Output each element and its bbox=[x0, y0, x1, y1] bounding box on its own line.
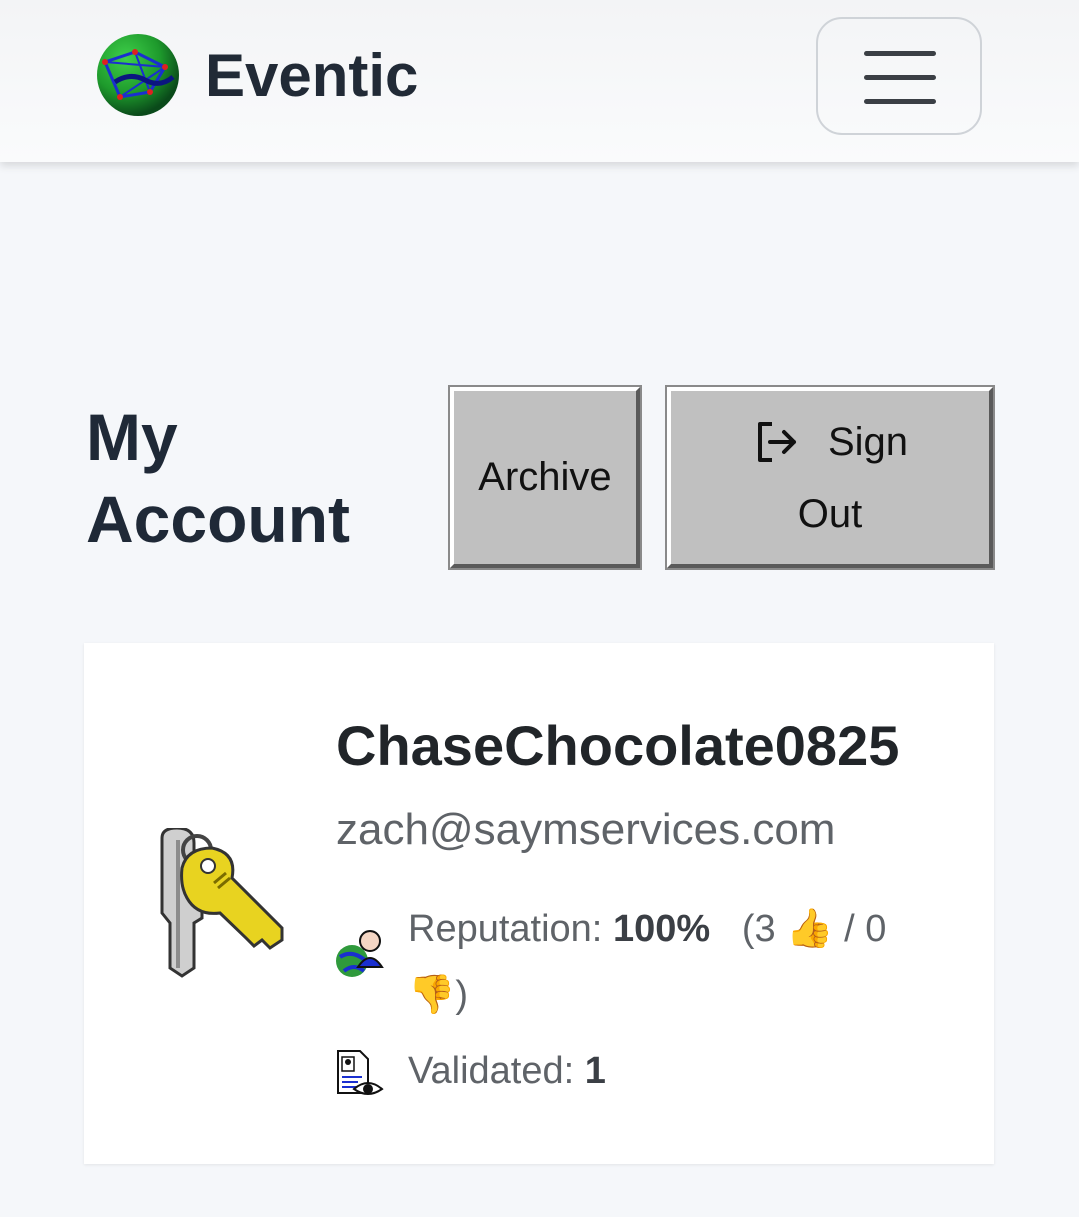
globe-network-icon bbox=[97, 34, 179, 116]
user-globe-icon bbox=[336, 930, 384, 977]
hamburger-bar bbox=[864, 99, 936, 104]
thumbs-down-icon: 👎 bbox=[408, 974, 456, 1016]
validated-label: Validated: bbox=[408, 1050, 575, 1092]
hamburger-bar bbox=[864, 75, 936, 80]
archive-button-label: Archive bbox=[478, 455, 612, 499]
reputation-value: 100% bbox=[612, 908, 711, 950]
reputation-closing: ) bbox=[455, 974, 468, 1016]
hamburger-menu-icon bbox=[864, 51, 936, 56]
username: ChaseChocolate0825 bbox=[336, 714, 900, 777]
thumbs-up-icon: 👍 bbox=[786, 908, 834, 950]
archive-button[interactable]: Archive bbox=[448, 385, 642, 570]
page-title: My Account bbox=[86, 396, 406, 560]
box-arrow-right-icon bbox=[757, 421, 796, 462]
page-title-line1: My bbox=[86, 400, 178, 474]
thumbs-up-count: (3 bbox=[741, 908, 776, 950]
menu-toggle-button[interactable] bbox=[816, 17, 982, 135]
document-eye-icon bbox=[337, 1050, 384, 1095]
reputation-label: Reputation: bbox=[408, 908, 603, 950]
sign-out-button[interactable]: Sign Out bbox=[665, 385, 995, 570]
navbar: Eventic bbox=[0, 0, 1079, 162]
validated-info: Validated: 1 bbox=[408, 1050, 606, 1093]
reputation-info: Reputation: 100% (3 👍 / 0 👎) bbox=[408, 896, 948, 1028]
profile-card: ChaseChocolate0825 zach@saymservices.com… bbox=[84, 643, 994, 1164]
keys-icon bbox=[160, 828, 284, 978]
sign-out-label-line2: Out bbox=[797, 491, 863, 536]
brand-name: Eventic bbox=[205, 41, 419, 109]
email-address: zach@saymservices.com bbox=[336, 805, 836, 854]
sign-out-label-line1: Sign bbox=[827, 419, 909, 464]
validated-value: 1 bbox=[584, 1050, 606, 1092]
page-title-line2: Account bbox=[86, 482, 350, 556]
sign-out-line1: Sign bbox=[752, 406, 908, 478]
thumbs-separator: / 0 bbox=[844, 908, 887, 950]
brand-link[interactable]: Eventic bbox=[95, 32, 418, 118]
